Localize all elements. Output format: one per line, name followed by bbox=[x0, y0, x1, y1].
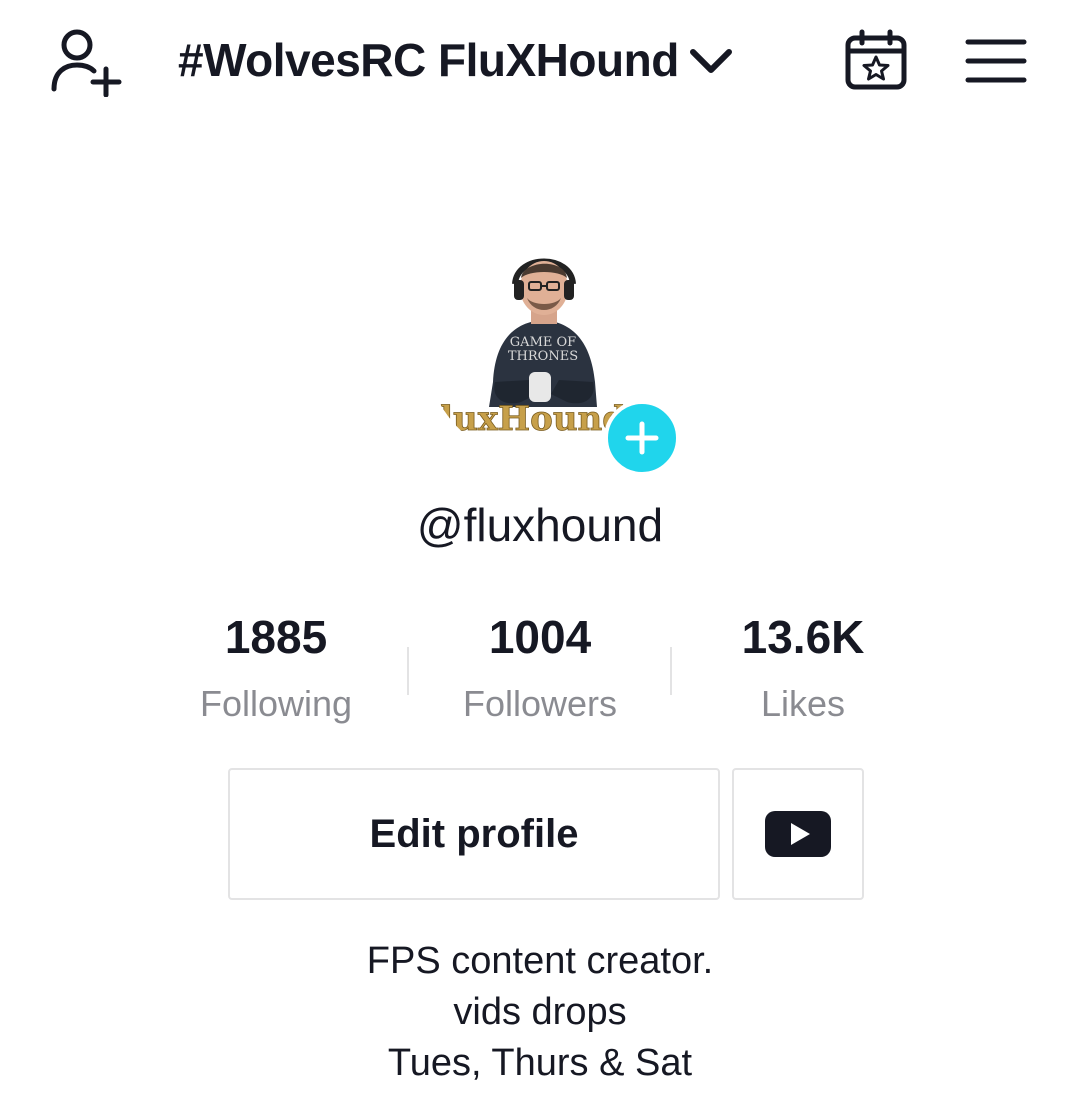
followers-stat[interactable]: 1004 Followers bbox=[409, 605, 671, 739]
bio-line: vids drops bbox=[453, 991, 627, 1033]
followers-count: 1004 bbox=[488, 611, 592, 663]
hamburger-menu-icon bbox=[965, 39, 1027, 83]
username: @fluxhound bbox=[416, 499, 664, 551]
following-label: Following bbox=[199, 683, 353, 724]
calendar-button[interactable] bbox=[838, 24, 914, 96]
following-stat[interactable]: 1885 Following bbox=[145, 605, 407, 739]
edit-profile-label: Edit profile bbox=[369, 811, 579, 856]
chevron-down-icon bbox=[689, 49, 732, 73]
youtube-icon bbox=[765, 811, 831, 857]
fluxhound-logo: FluxHound bbox=[425, 399, 626, 439]
menu-button[interactable] bbox=[958, 32, 1034, 90]
likes-label: Likes bbox=[760, 683, 846, 724]
youtube-link-button[interactable] bbox=[732, 768, 864, 900]
following-count: 1885 bbox=[224, 611, 328, 663]
profile-stats: 1885 Following 1004 Followers 13.6K Like… bbox=[145, 605, 935, 735]
edit-profile-button[interactable]: Edit profile bbox=[228, 768, 720, 900]
plus-icon bbox=[625, 421, 659, 455]
followers-label: Followers bbox=[462, 683, 618, 724]
bio-line: Tues, Thurs & Sat bbox=[387, 1042, 693, 1084]
calendar-star-icon bbox=[845, 29, 907, 90]
add-friend-button[interactable] bbox=[42, 24, 126, 100]
top-bar: #WolvesRC FluXHound bbox=[0, 0, 1080, 125]
bio-line: FPS content creator. bbox=[366, 940, 714, 982]
account-switcher[interactable]: #WolvesRC FluXHound bbox=[178, 30, 735, 90]
page-title: #WolvesRC FluXHound bbox=[178, 34, 679, 86]
person-add-icon bbox=[51, 29, 122, 97]
add-story-button[interactable] bbox=[604, 400, 680, 476]
svg-text:THRONES: THRONES bbox=[508, 349, 578, 364]
bio: FPS content creator. vids drops Tues, Th… bbox=[0, 936, 1080, 1089]
likes-stat[interactable]: 13.6K Likes bbox=[672, 605, 934, 739]
likes-count: 13.6K bbox=[741, 611, 865, 663]
shirt-print: GAME OF bbox=[510, 335, 576, 350]
